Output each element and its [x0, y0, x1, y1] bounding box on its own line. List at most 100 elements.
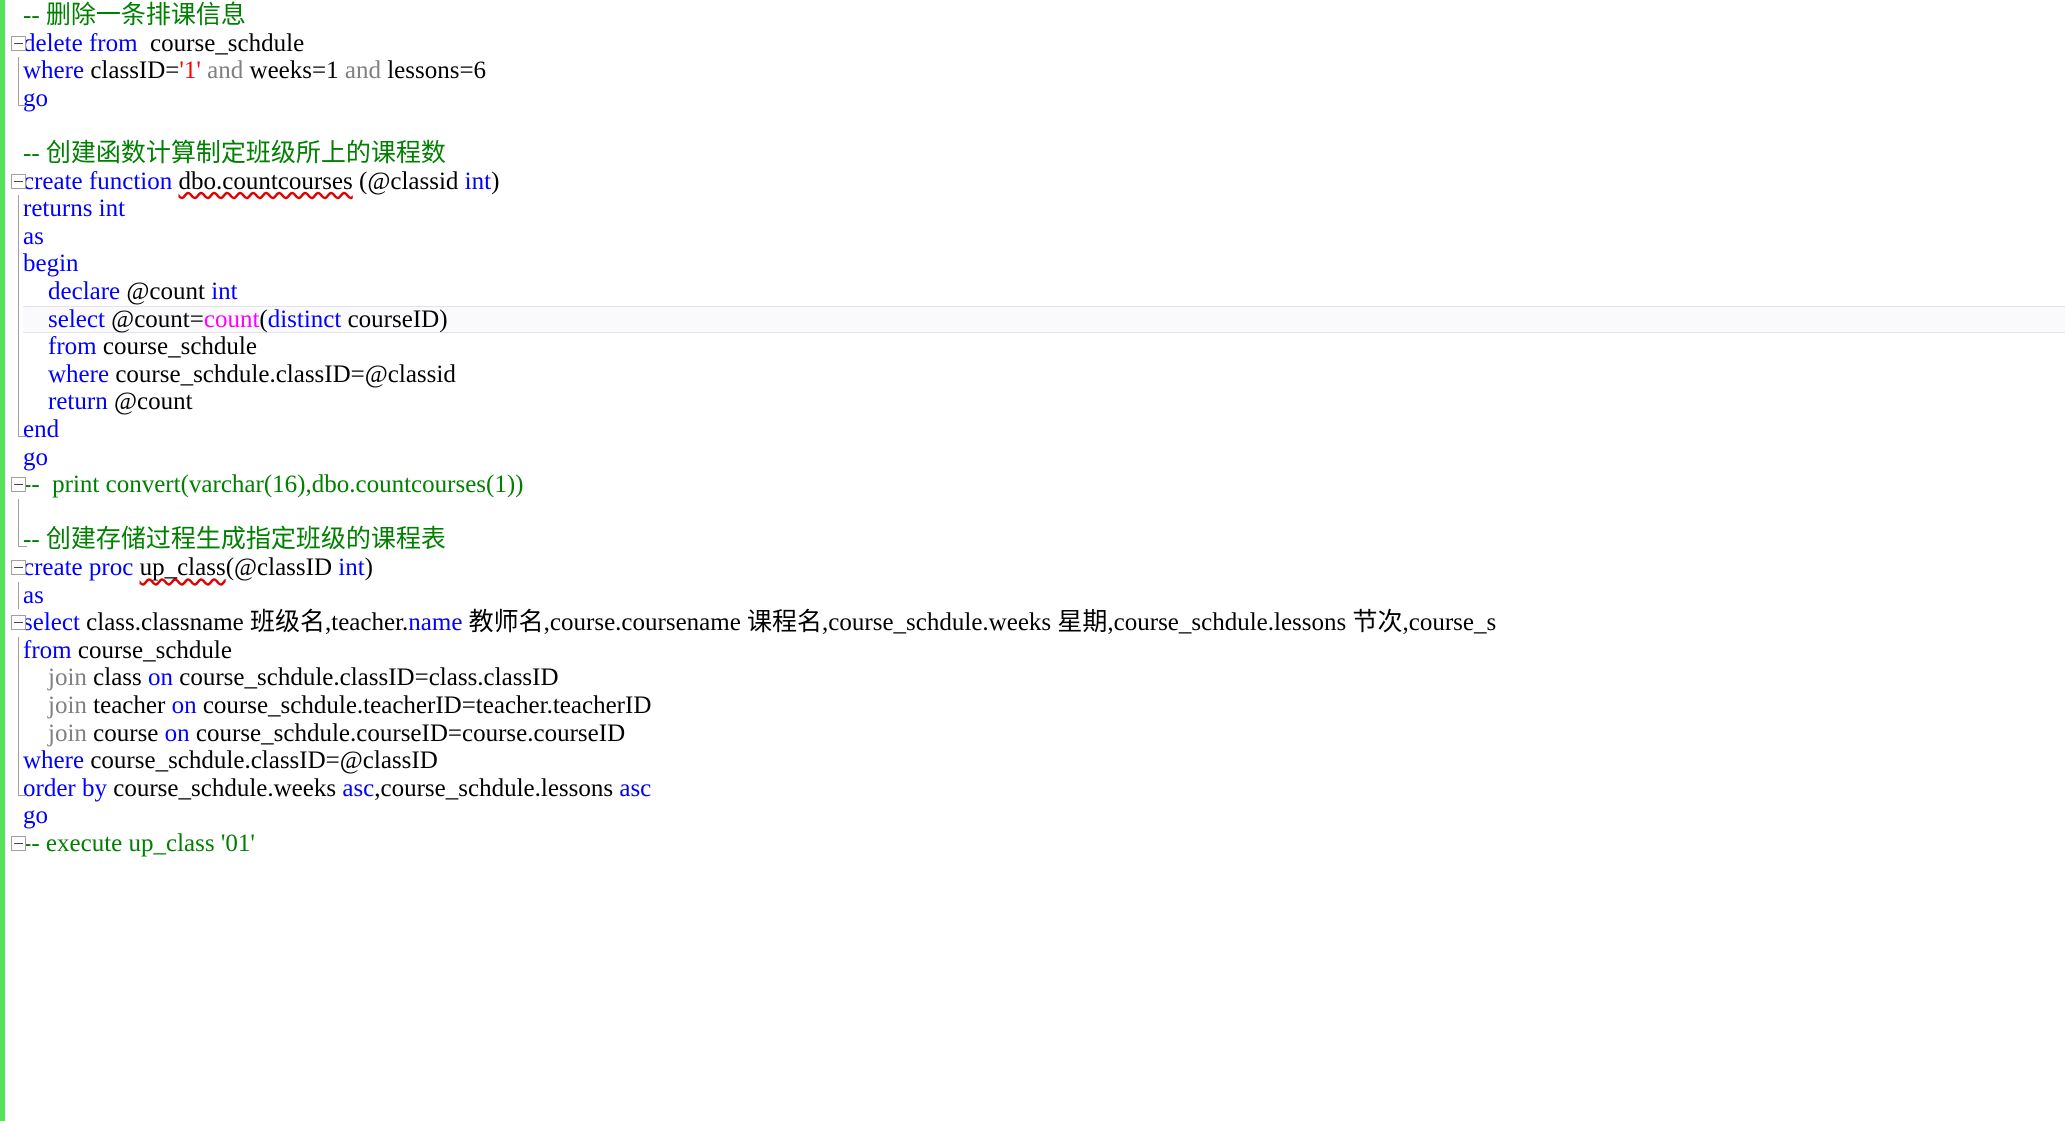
- code-token: from: [23, 636, 72, 664]
- collapse-minus-box-icon[interactable]: [11, 615, 26, 631]
- code-token: int: [338, 554, 365, 581]
- code-token: course_schdule.teacherID=teacher.teacher…: [196, 692, 652, 719]
- code-token: where: [23, 57, 85, 85]
- code-token: proc: [88, 554, 134, 581]
- outlining-gutter[interactable]: [5, 0, 27, 1121]
- code-token: ): [364, 554, 373, 581]
- code-token: -- 创建存储过程生成指定班级的课程表: [23, 526, 446, 554]
- outline-region-line: [18, 526, 19, 547]
- code-line[interactable]: go: [0, 85, 2065, 113]
- code-line[interactable]: where classID='1' and weeks=1 and lesson…: [0, 57, 2065, 85]
- code-token: ,course_schdule.lessons: [374, 774, 620, 802]
- code-line[interactable]: create function dbo.countcourses (@class…: [0, 168, 2065, 196]
- code-line[interactable]: delete from course_schdule: [0, 30, 2065, 58]
- code-line[interactable]: declare @count int: [0, 278, 2065, 306]
- collapse-minus-box-icon[interactable]: [11, 173, 26, 189]
- code-token: returns: [23, 195, 93, 223]
- code-token: join: [48, 692, 87, 719]
- code-token: on: [171, 692, 197, 719]
- code-line[interactable]: order by course_schdule.weeks asc,course…: [0, 775, 2065, 803]
- code-token: (@classID: [225, 554, 339, 581]
- code-token: join: [48, 664, 87, 692]
- code-line[interactable]: from course_schdule: [0, 333, 2065, 361]
- code-token: join: [48, 719, 87, 747]
- code-line[interactable]: end: [0, 416, 2065, 444]
- code-token: order: [23, 774, 76, 802]
- code-token: @count=: [104, 305, 204, 333]
- outline-region-line: [18, 498, 19, 527]
- collapse-minus-box-icon[interactable]: [11, 560, 26, 575]
- code-token: distinct: [267, 305, 342, 333]
- code-line[interactable]: [0, 112, 2065, 140]
- code-line[interactable]: as: [0, 582, 2065, 610]
- code-token: by: [82, 774, 107, 802]
- code-token: name: [408, 609, 463, 637]
- code-line[interactable]: -- print convert(varchar(16),dbo.countco…: [0, 471, 2065, 499]
- outline-region-line: [18, 195, 19, 223]
- code-token: as: [23, 222, 44, 250]
- code-token: course: [86, 719, 165, 747]
- code-token: go: [23, 802, 48, 830]
- outline-region-line: [18, 388, 19, 416]
- code-line[interactable]: select class.classname 班级名,teacher.name …: [0, 609, 2065, 637]
- code-token: teacher: [86, 692, 172, 719]
- code-token: class: [86, 664, 149, 692]
- collapse-minus-box-icon[interactable]: [11, 477, 26, 493]
- code-token: lessons=6: [380, 57, 487, 85]
- outline-region-line: [18, 416, 19, 436]
- code-token: select: [23, 609, 80, 637]
- code-line[interactable]: join class on course_schdule.classID=cla…: [0, 664, 2065, 692]
- code-token: course_schdule.courseID=course.courseID: [189, 719, 626, 747]
- code-line[interactable]: -- 创建存储过程生成指定班级的课程表: [0, 526, 2065, 554]
- code-token: course_schdule.weeks: [107, 774, 343, 802]
- code-token: (@classid: [352, 167, 465, 195]
- code-line[interactable]: join course on course_schdule.courseID=c…: [0, 720, 2065, 748]
- code-token: 教师名,course.coursename 课程名,course_schdule…: [462, 609, 1497, 637]
- outline-region-line: [18, 774, 19, 795]
- sql-code-editor[interactable]: -- 删除一条排课信息 delete from course_schdule whe…: [0, 0, 2065, 1121]
- code-text-surface[interactable]: -- 删除一条排课信息 delete from course_schdule whe…: [0, 0, 2065, 1121]
- code-line[interactable]: -- 创建函数计算制定班级所上的课程数: [0, 140, 2065, 168]
- code-token: create: [23, 554, 83, 581]
- code-line[interactable]: where course_schdule.classID=@classID: [0, 747, 2065, 775]
- code-token: begin: [23, 250, 79, 278]
- code-line[interactable]: join teacher on course_schdule.teacherID…: [0, 692, 2065, 720]
- code-line[interactable]: -- execute up_class '01': [0, 830, 2065, 858]
- code-token: create: [23, 167, 83, 195]
- code-token: int: [464, 167, 492, 195]
- code-line[interactable]: go: [0, 802, 2065, 830]
- code-token: select: [48, 305, 105, 333]
- code-line[interactable]: as: [0, 223, 2065, 251]
- code-token: weeks=1: [243, 57, 345, 85]
- code-token: @count: [120, 278, 212, 305]
- code-line[interactable]: -- 删除一条排课信息: [0, 2, 2065, 30]
- code-token: '1': [179, 57, 201, 85]
- code-token: course_schdule.classID=class.classID: [173, 664, 559, 692]
- code-line[interactable]: begin: [0, 250, 2065, 278]
- outline-region-line: [18, 747, 19, 775]
- code-token: course_schdule: [96, 333, 257, 361]
- code-line[interactable]: select @count=count(distinct courseID): [0, 305, 2065, 334]
- code-token: @count: [107, 388, 193, 416]
- code-token: -- 创建函数计算制定班级所上的课程数: [23, 140, 446, 167]
- outline-region-line: [18, 581, 19, 610]
- code-line[interactable]: where course_schdule.classID=@classid: [0, 361, 2065, 389]
- collapse-minus-box-icon[interactable]: [11, 35, 26, 51]
- code-line[interactable]: from course_schdule: [0, 637, 2065, 665]
- outline-region-line: [18, 636, 19, 665]
- code-token: on: [148, 664, 174, 692]
- code-line[interactable]: return @count: [0, 388, 2065, 416]
- code-line[interactable]: [0, 499, 2065, 527]
- outline-region-end-marker: [18, 546, 27, 548]
- code-line[interactable]: go: [0, 444, 2065, 472]
- collapse-minus-box-icon[interactable]: [11, 836, 26, 851]
- code-line[interactable]: create proc up_class(@classID int): [0, 554, 2065, 582]
- code-line[interactable]: returns int: [0, 195, 2065, 223]
- code-token: course_schdule: [71, 636, 232, 664]
- code-token: function: [88, 167, 173, 195]
